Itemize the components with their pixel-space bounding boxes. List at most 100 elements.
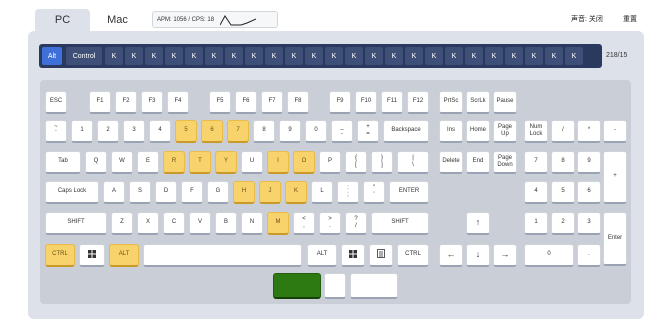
key-y[interactable]: Y [215,151,237,174]
key-a[interactable]: A [103,181,125,204]
key-n[interactable]: N [241,212,263,235]
key-8[interactable]: 8 [253,120,275,143]
key-np7[interactable]: 7 [524,151,548,174]
tab-pc[interactable]: PC [35,9,90,31]
key-3[interactable]: 3 [123,120,145,143]
key-lalt[interactable]: ALT [109,244,139,267]
key-pgup[interactable]: Page Up [493,120,517,143]
key-9[interactable]: 9 [279,120,301,143]
key-ralt[interactable]: ALT [307,244,337,267]
key-f[interactable]: F [181,181,203,204]
key-0[interactable]: 0 [305,120,327,143]
sound-toggle[interactable]: 声音: 关闭 [571,14,603,24]
key-np0[interactable]: 0 [524,244,574,267]
key-extra-green[interactable] [273,273,321,299]
key-j[interactable]: J [259,181,281,204]
key-np3[interactable]: 3 [577,212,601,235]
key-numlock[interactable]: Num Lock [524,120,548,143]
reset-button[interactable]: 重置 [623,14,637,24]
key-2[interactable]: 2 [97,120,119,143]
key-np-plus[interactable]: + [603,151,627,204]
key-v[interactable]: V [189,212,211,235]
key-4[interactable]: 4 [149,120,171,143]
key-b[interactable]: B [215,212,237,235]
key-f6[interactable]: F6 [235,91,257,114]
key-e[interactable]: E [137,151,159,174]
key-r[interactable]: R [163,151,185,174]
key-p[interactable]: P [319,151,341,174]
key-comma[interactable]: <, [293,212,315,235]
key-f3[interactable]: F3 [141,91,163,114]
key-u[interactable]: U [241,151,263,174]
key-f7[interactable]: F7 [261,91,283,114]
key-ins[interactable]: Ins [439,120,463,143]
key-f11[interactable]: F11 [381,91,403,114]
key-np-div[interactable]: / [551,120,575,143]
key-rbracket[interactable]: }] [371,151,393,174]
key-np1[interactable]: 1 [524,212,548,235]
key-equal[interactable]: + = [357,120,379,143]
key-z[interactable]: Z [111,212,133,235]
key-t[interactable]: T [189,151,211,174]
key-np-mul[interactable]: * [577,120,601,143]
key-np-minus[interactable]: - [603,120,627,143]
key-scrlk[interactable]: ScrLk [466,91,490,114]
key-lbracket[interactable]: {[ [345,151,367,174]
key-right[interactable]: → [493,244,517,267]
key-5[interactable]: 5 [175,120,197,143]
key-capslock[interactable]: Caps Lock [45,181,99,204]
key-6[interactable]: 6 [201,120,223,143]
key-1[interactable]: 1 [71,120,93,143]
key-minus[interactable]: _ - [331,120,353,143]
key-np8[interactable]: 8 [551,151,575,174]
key-pgdn[interactable]: Page Down [493,151,517,174]
key-home[interactable]: Home [466,120,490,143]
key-rwin[interactable] [341,244,365,267]
key-x[interactable]: X [137,212,159,235]
key-s[interactable]: S [129,181,151,204]
key-np9[interactable]: 9 [577,151,601,174]
key-period[interactable]: >. [319,212,341,235]
key-slash[interactable]: ? / [345,212,367,235]
key-np4[interactable]: 4 [524,181,548,204]
key-o[interactable]: O [293,151,315,174]
key-up[interactable]: ↑ [466,212,490,235]
key-lshift[interactable]: SHIFT [45,212,107,235]
key-f8[interactable]: F8 [287,91,309,114]
key-np5[interactable]: 5 [551,181,575,204]
key-esc[interactable]: ESC [45,91,67,114]
key-pause[interactable]: Pause [493,91,517,114]
key-np-enter[interactable]: Enter [603,212,627,266]
key-h[interactable]: H [233,181,255,204]
key-lwin[interactable] [79,244,105,267]
key-f1[interactable]: F1 [89,91,111,114]
key-lctrl[interactable]: CTRL [45,244,75,267]
key-f10[interactable]: F10 [355,91,377,114]
key-np6[interactable]: 6 [577,181,601,204]
key-f12[interactable]: F12 [407,91,429,114]
key-backspace[interactable]: Backspace [383,120,429,143]
key-i[interactable]: I [267,151,289,174]
key-q[interactable]: Q [85,151,107,174]
key-k[interactable]: K [285,181,307,204]
key-quote[interactable]: " ' [363,181,385,204]
key-l[interactable]: L [311,181,333,204]
key-semicolon[interactable]: :; [337,181,359,204]
key-down[interactable]: ↓ [466,244,490,267]
key-g[interactable]: G [207,181,229,204]
key-f9[interactable]: F9 [329,91,351,114]
key-extra-1[interactable] [324,273,346,299]
key-7[interactable]: 7 [227,120,249,143]
key-f5[interactable]: F5 [209,91,231,114]
key-tab[interactable]: Tab [45,151,81,174]
key-m[interactable]: M [267,212,289,235]
key-end[interactable]: End [466,151,490,174]
key-np-dot[interactable]: . [577,244,601,267]
key-c[interactable]: C [163,212,185,235]
key-backtick[interactable]: ~ ` [45,120,67,143]
key-delete[interactable]: Delete [439,151,463,174]
key-np2[interactable]: 2 [551,212,575,235]
key-enter[interactable]: ENTER [389,181,429,204]
key-d[interactable]: D [155,181,177,204]
key-w[interactable]: W [111,151,133,174]
